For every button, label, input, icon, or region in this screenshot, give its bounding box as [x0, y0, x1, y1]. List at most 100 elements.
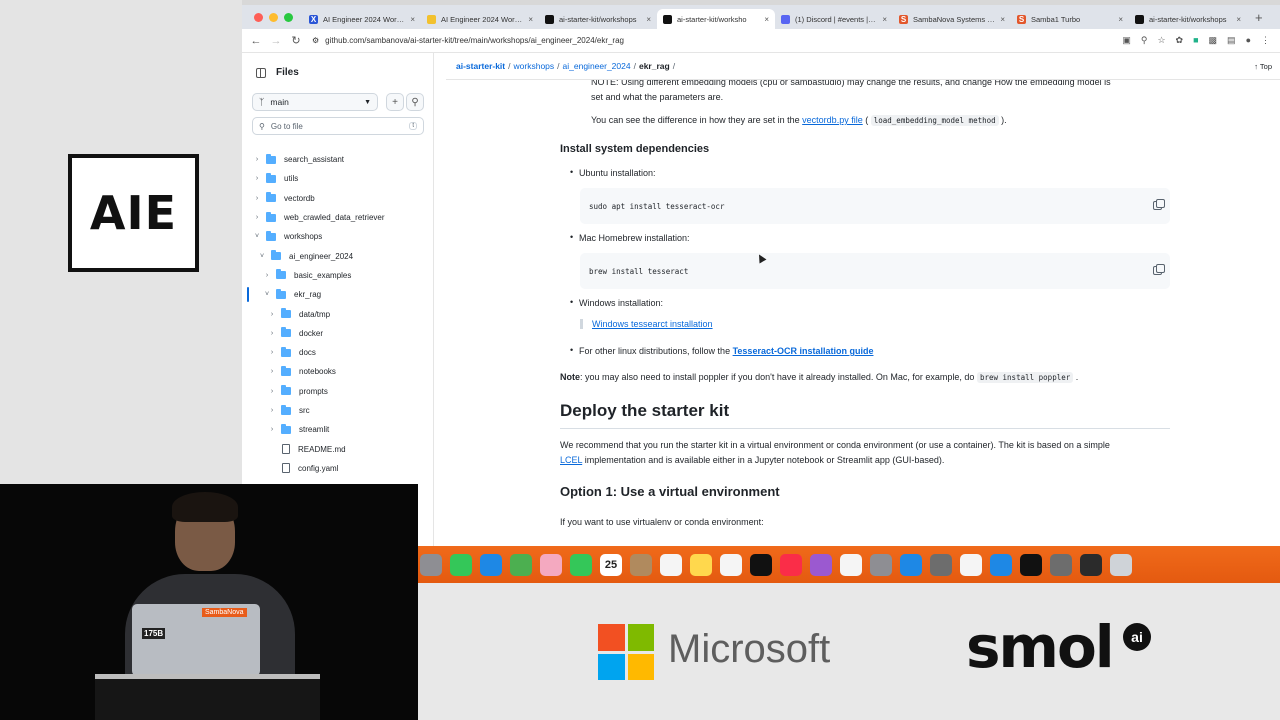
screenshot-icon[interactable]: [930, 553, 952, 576]
tree-folder-item[interactable]: › utils: [242, 169, 433, 188]
breadcrumb-repo-link[interactable]: ai-starter-kit: [456, 61, 505, 71]
tree-folder-item[interactable]: › prompts: [242, 382, 433, 401]
notes-icon[interactable]: [690, 553, 712, 576]
browser-tab[interactable]: ai-starter-kit/workshops ×: [1129, 9, 1247, 29]
chevron-right-icon[interactable]: ›: [267, 426, 277, 433]
extension-green-icon[interactable]: ■: [1193, 35, 1198, 46]
chevron-right-icon[interactable]: ›: [267, 407, 277, 414]
tree-folder-item[interactable]: ˅ ekr_rag: [242, 285, 433, 304]
messages-icon[interactable]: [450, 553, 472, 576]
facetime-icon[interactable]: [570, 553, 592, 576]
tree-folder-item[interactable]: ˅ workshops: [242, 227, 433, 246]
tree-file-item[interactable]: README.md: [242, 439, 433, 458]
chevron-right-icon[interactable]: ›: [262, 272, 272, 279]
add-file-button[interactable]: +: [386, 93, 404, 111]
browser-tab[interactable]: S Samba1 Turbo ×: [1011, 9, 1129, 29]
app-icon[interactable]: [1080, 553, 1102, 576]
tree-folder-item[interactable]: › src: [242, 401, 433, 420]
browser-tab[interactable]: ai-starter-kit/worksho ×: [657, 9, 775, 29]
close-tab-icon[interactable]: ×: [1236, 15, 1241, 24]
new-tab-button[interactable]: +: [1247, 10, 1271, 29]
site-info-icon[interactable]: ⚙: [312, 36, 319, 45]
close-window-button[interactable]: [254, 13, 263, 22]
close-tab-icon[interactable]: ×: [528, 15, 533, 24]
tab-search-icon[interactable]: ▤: [1227, 35, 1236, 46]
copy-icon[interactable]: [1153, 199, 1165, 210]
profile-icon[interactable]: ●: [1246, 35, 1251, 46]
tesseract-guide-link[interactable]: Tesseract-OCR installation guide: [733, 346, 874, 356]
chevron-right-icon[interactable]: ›: [267, 311, 277, 318]
chevron-right-icon[interactable]: ›: [252, 175, 262, 182]
music-icon[interactable]: [780, 553, 802, 576]
launchpad-icon[interactable]: [420, 553, 442, 576]
chevron-right-icon[interactable]: ›: [252, 156, 262, 163]
chevron-right-icon[interactable]: ›: [267, 349, 277, 356]
terminal-icon[interactable]: [1020, 553, 1042, 576]
reminders-icon[interactable]: [660, 553, 682, 576]
close-tab-icon[interactable]: ×: [1118, 15, 1123, 24]
breadcrumb-ai-engineer-link[interactable]: ai_engineer_2024: [563, 61, 631, 71]
tree-folder-item[interactable]: › vectordb: [242, 189, 433, 208]
install-icon[interactable]: ▣: [1122, 35, 1131, 46]
browser-tab[interactable]: ai-starter-kit/workshops ×: [539, 9, 657, 29]
browser-tab[interactable]: S SambaNova Systems | Re ×: [893, 9, 1011, 29]
appletv-icon[interactable]: [750, 553, 772, 576]
chevron-right-icon[interactable]: ›: [267, 388, 277, 395]
chevron-right-icon[interactable]: ›: [252, 195, 262, 202]
tree-folder-item[interactable]: › docker: [242, 324, 433, 343]
mail-icon[interactable]: [480, 553, 502, 576]
tree-folder-item[interactable]: › streamlit: [242, 420, 433, 439]
maps-icon[interactable]: [510, 553, 532, 576]
close-tab-icon[interactable]: ×: [882, 15, 887, 24]
contacts-icon[interactable]: [630, 553, 652, 576]
browser-tab[interactable]: (1) Discord | #events | Sa ×: [775, 9, 893, 29]
windows-install-link[interactable]: Windows tessearct installation: [592, 319, 713, 329]
tree-folder-item[interactable]: ˅ ai_engineer_2024: [242, 246, 433, 265]
close-tab-icon[interactable]: ×: [646, 15, 651, 24]
extension-icon[interactable]: ✿: [1176, 35, 1184, 46]
chevron-right-icon[interactable]: ›: [252, 214, 262, 221]
back-icon[interactable]: ←: [246, 35, 266, 47]
tree-file-item[interactable]: config.yaml: [242, 459, 433, 478]
zoom-window-button[interactable]: [284, 13, 293, 22]
browser-tab[interactable]: AI Engineer 2024 Worksh ×: [421, 9, 539, 29]
tree-folder-item[interactable]: › web_crawled_data_retriever: [242, 208, 433, 227]
news-icon[interactable]: [840, 553, 862, 576]
close-tab-icon[interactable]: ×: [764, 15, 769, 24]
zoom-icon[interactable]: ⚲: [1141, 35, 1148, 46]
collapse-panel-icon[interactable]: [256, 67, 266, 78]
close-tab-icon[interactable]: ×: [1000, 15, 1005, 24]
vectordb-file-link[interactable]: vectordb.py file: [802, 115, 863, 125]
extensions-puzzle-icon[interactable]: ▩: [1209, 35, 1218, 46]
chevron-right-icon[interactable]: ›: [267, 368, 277, 375]
settings-icon[interactable]: [870, 553, 892, 576]
tree-folder-item[interactable]: › notebooks: [242, 362, 433, 381]
appstore-icon[interactable]: [900, 553, 922, 576]
lcel-link[interactable]: LCEL: [560, 455, 582, 465]
calendar-icon[interactable]: 25: [600, 553, 622, 576]
vscode-icon[interactable]: [990, 553, 1012, 576]
menu-icon[interactable]: ⋮: [1261, 35, 1270, 46]
chevron-down-icon[interactable]: ˅: [257, 253, 267, 260]
search-button[interactable]: ⚲: [406, 93, 424, 111]
forward-icon[interactable]: →: [266, 35, 286, 47]
freeform-icon[interactable]: [720, 553, 742, 576]
preview-icon[interactable]: [1050, 553, 1072, 576]
breadcrumb-workshops-link[interactable]: workshops: [514, 61, 555, 71]
tree-folder-item[interactable]: › search_assistant: [242, 150, 433, 169]
chrome-icon[interactable]: [960, 553, 982, 576]
bookmark-star-icon[interactable]: ☆: [1157, 35, 1165, 46]
branch-selector[interactable]: ᛉ main ▼: [252, 93, 378, 111]
chevron-right-icon[interactable]: ›: [267, 330, 277, 337]
copy-icon[interactable]: [1153, 264, 1165, 275]
chevron-down-icon[interactable]: ˅: [252, 233, 262, 240]
tree-folder-item[interactable]: › basic_examples: [242, 266, 433, 285]
browser-tab[interactable]: X AI Engineer 2024 Worksh ×: [303, 9, 421, 29]
reload-icon[interactable]: ↻: [286, 34, 306, 47]
minimize-window-button[interactable]: [269, 13, 278, 22]
url-field[interactable]: ⚙ github.com/sambanova/ai-starter-kit/tr…: [312, 36, 624, 45]
close-tab-icon[interactable]: ×: [410, 15, 415, 24]
photos-icon[interactable]: [540, 553, 562, 576]
go-to-file-input[interactable]: ⚲ Go to file t: [252, 117, 424, 135]
tree-folder-item[interactable]: › docs: [242, 343, 433, 362]
